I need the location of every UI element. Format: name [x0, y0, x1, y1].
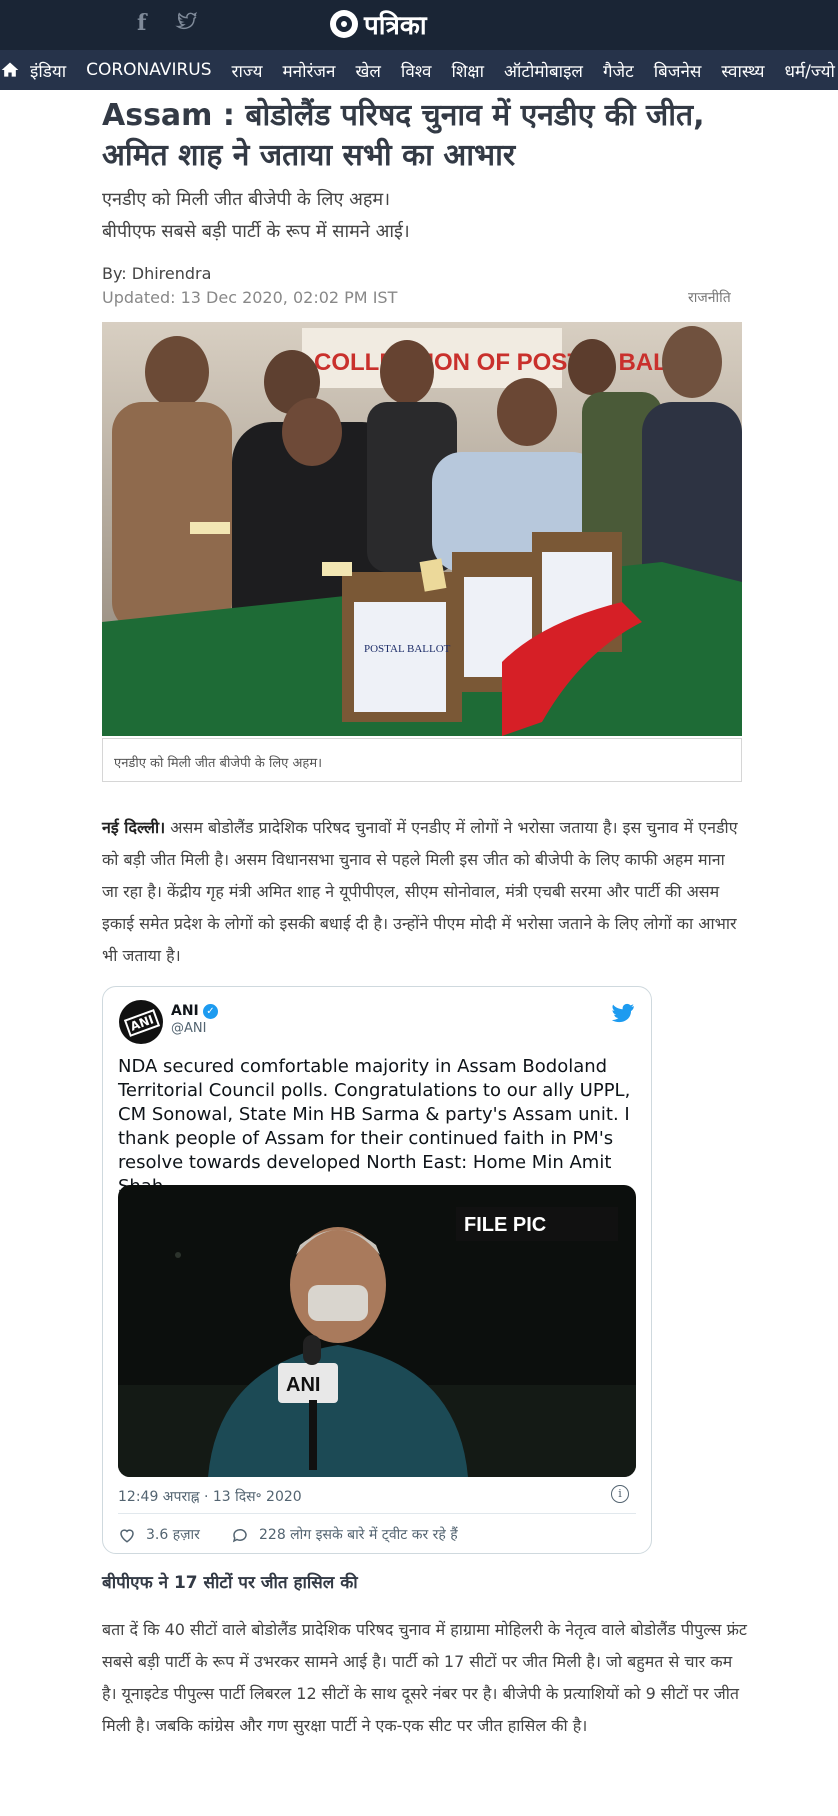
- nav-item-entertainment[interactable]: मनोरंजन: [272, 59, 345, 82]
- twitter-icon[interactable]: [174, 10, 200, 38]
- nav-item-gadget[interactable]: गैजेट: [593, 59, 644, 82]
- nav-item-states[interactable]: राज्य: [222, 59, 273, 82]
- article-headline: Assam : बोडोलैंड परिषद चुनाव में एनडीए क…: [102, 98, 705, 173]
- mic-label: ANI: [286, 1374, 320, 1396]
- twitter-bird-icon[interactable]: [611, 1001, 635, 1025]
- author-byline[interactable]: By: Dhirendra: [102, 264, 211, 283]
- info-icon[interactable]: i: [611, 1485, 629, 1503]
- tweet-timestamp[interactable]: 12:49 अपराह्न · 13 दिस॰ 2020: [118, 1487, 302, 1506]
- tweet-media[interactable]: ANI FILE PIC: [118, 1185, 636, 1477]
- verified-badge-icon: ✓: [203, 1004, 218, 1019]
- nav-item-india[interactable]: इंडिया: [20, 59, 76, 82]
- site-logo[interactable]: पत्रिका: [330, 6, 427, 42]
- nav-item-education[interactable]: शिक्षा: [441, 59, 494, 82]
- home-icon[interactable]: [0, 50, 20, 90]
- hero-image: COLLECTION OF POSTAL BALLOT POSTAL BALLO…: [102, 322, 742, 736]
- reply-button[interactable]: 228 लोग इसके बारे में ट्वीट कर रहे हैं: [231, 1525, 458, 1544]
- summary-line: बीपीएफ सबसे बड़ी पार्टी के रूप में सामने…: [102, 221, 410, 242]
- avatar[interactable]: ANI: [119, 1000, 163, 1044]
- category-tag[interactable]: राजनीति: [688, 288, 731, 307]
- nav-item-coronavirus[interactable]: CORONAVIRUS: [76, 60, 221, 80]
- tweet-handle[interactable]: @ANI: [171, 1021, 206, 1036]
- dateline: नई दिल्ली।: [102, 818, 166, 837]
- nav-item-health[interactable]: स्वास्थ्य: [711, 59, 774, 82]
- nav-item-sports[interactable]: खेल: [345, 59, 390, 82]
- facebook-icon[interactable]: f: [137, 10, 146, 36]
- media-tag: FILE PIC: [464, 1214, 546, 1236]
- reply-text: 228 लोग इसके बारे में ट्वीट कर रहे हैं: [259, 1527, 458, 1543]
- paragraph-text: असम बोडोलैंड प्रादेशिक परिषद चुनावों में…: [102, 818, 738, 965]
- nav-item-automobile[interactable]: ऑटोमोबाइल: [494, 59, 593, 82]
- article-summary: एनडीए को मिली जीत बीजेपी के लिए अहम। बीप…: [102, 184, 752, 248]
- section-subheading: बीपीएफ ने 17 सीटों पर जीत हासिल की: [102, 1573, 358, 1593]
- logo-text: पत्रिका: [364, 11, 427, 41]
- like-count: 3.6 हज़ार: [146, 1527, 200, 1543]
- banner-text: COLLECTION OF POSTAL BALLOT: [314, 349, 716, 376]
- article-paragraph: नई दिल्ली। असम बोडोलैंड प्रादेशिक परिषद …: [102, 812, 744, 972]
- tweet-user-name[interactable]: ANI: [171, 1003, 199, 1019]
- logo-mark-icon: [330, 10, 358, 38]
- article-paragraph: बता दें कि 40 सीटों वाले बोडोलैंड प्रादे…: [102, 1620, 747, 1735]
- embedded-tweet[interactable]: ANI ANI ✓ @ANI NDA secured comfortable m…: [102, 986, 652, 1554]
- nav-item-world[interactable]: विश्व: [391, 59, 442, 82]
- comment-icon: [232, 1528, 247, 1542]
- main-nav: इंडिया CORONAVIRUS राज्य मनोरंजन खेल विश…: [0, 50, 838, 90]
- updated-timestamp: Updated: 13 Dec 2020, 02:02 PM IST: [102, 288, 398, 307]
- like-button[interactable]: 3.6 हज़ार: [118, 1525, 200, 1544]
- image-caption: एनडीए को मिली जीत बीजेपी के लिए अहम।: [102, 738, 742, 782]
- avatar-text: ANI: [123, 1009, 160, 1037]
- nav-item-religion[interactable]: धर्म/ज्यो: [775, 59, 838, 82]
- site-header: f पत्रिका: [0, 0, 838, 50]
- heart-icon: [120, 1528, 134, 1543]
- summary-line: एनडीए को मिली जीत बीजेपी के लिए अहम।: [102, 189, 391, 210]
- tweet-text: NDA secured comfortable majority in Assa…: [118, 1056, 631, 1197]
- nav-item-business[interactable]: बिजनेस: [644, 59, 712, 82]
- divider: [118, 1513, 636, 1514]
